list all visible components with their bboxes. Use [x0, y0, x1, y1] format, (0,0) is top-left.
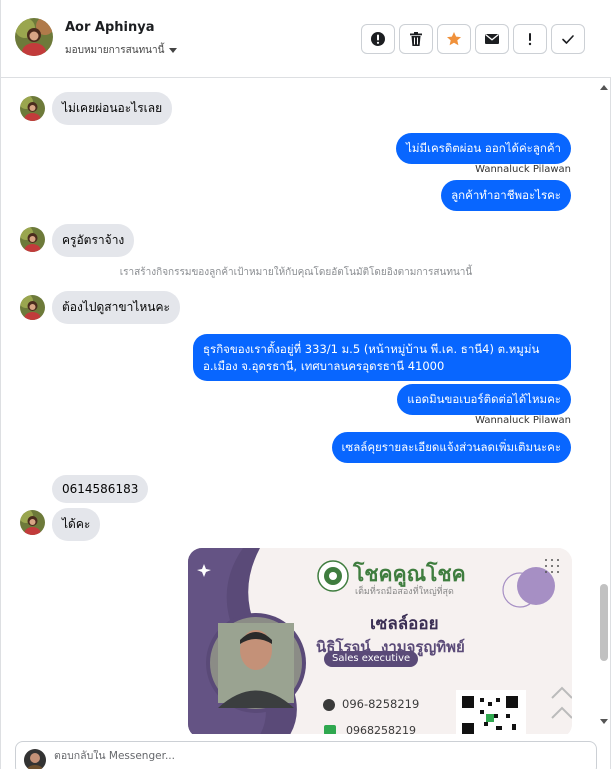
phone-icon — [323, 699, 335, 711]
follow-up-button[interactable] — [513, 24, 547, 54]
exclamation-icon — [528, 33, 532, 46]
trash-icon — [410, 32, 422, 46]
star-icon — [447, 32, 461, 46]
sender-name: Wannaluck Pilawan — [475, 415, 571, 426]
contact-avatar-small[interactable] — [20, 96, 45, 121]
mark-done-button[interactable] — [551, 24, 585, 54]
message-thread[interactable]: ไม่เคยผ่อนอะไรเลย ไม่มีเครดิตผ่อน ออกได้… — [1, 79, 599, 734]
checkmark-icon — [562, 35, 574, 44]
contact-avatar-small[interactable] — [20, 295, 45, 320]
incoming-message[interactable]: ต้องไปดูสาขาไหนคะ — [52, 291, 180, 324]
outgoing-message[interactable]: ไม่มีเครดิตผ่อน ออกได้ค่ะลูกค้า — [396, 133, 571, 164]
outgoing-message[interactable]: เซลล์คุยรายละเอียดแจ้งส่วนลดเพิ่มเติมนะค… — [331, 432, 571, 463]
outgoing-message[interactable]: ธุรกิจของเราตั้งอยู่ที่ 333/1 ม.5 (หน้าห… — [193, 334, 571, 382]
outgoing-message[interactable]: แอดมินขอเบอร์ติดต่อได้ไหมคะ — [397, 384, 571, 415]
card-tagline: เต็มที่รถมือสองที่ใหญ่ที่สุด — [355, 587, 454, 597]
envelope-icon — [485, 33, 499, 44]
page-avatar — [24, 749, 46, 769]
line-icon — [324, 725, 336, 734]
scroll-up-arrow-icon[interactable] — [599, 83, 609, 91]
contact-avatar-small[interactable] — [20, 510, 45, 535]
assign-conversation-dropdown[interactable]: มอบหมายการสนทนานี้ — [65, 43, 178, 58]
conversation-header: Aor Aphinya มอบหมายการสนทนานี้ — [1, 0, 611, 78]
card-role: เซลล์ออย — [370, 614, 439, 634]
contact-name[interactable]: Aor Aphinya — [65, 20, 155, 35]
incoming-message[interactable]: ครูอัตราจ้าง — [52, 224, 135, 257]
assign-label: มอบหมายการสนทนานี้ — [65, 45, 165, 56]
outgoing-message[interactable]: ลูกค้าทำอาชีพอะไรคะ — [441, 180, 571, 211]
card-phone: 096-8258219 — [342, 697, 420, 711]
system-note: เราสร้างกิจกรรมของลูกค้าเป้าหมายให้กับคุ… — [119, 267, 473, 278]
incoming-message[interactable]: ไม่เคยผ่อนอะไรเลย — [52, 92, 173, 125]
conversation-panel: Aor Aphinya มอบหมายการสนทนานี้ ไม่เคยผ่อ… — [0, 0, 611, 769]
contact-avatar[interactable] — [15, 18, 53, 56]
scrollbar-thumb[interactable] — [600, 584, 608, 661]
delete-button[interactable] — [399, 24, 433, 54]
contact-avatar-small[interactable] — [20, 227, 45, 252]
business-card-image[interactable]: โชคคูณโชค เต็มที่รถมือสองที่ใหญ่ที่สุด เ… — [188, 548, 572, 734]
conversation-actions — [361, 24, 585, 54]
sender-name: Wannaluck Pilawan — [475, 164, 571, 175]
card-position: Sales executive — [332, 653, 411, 664]
spam-report-button[interactable] — [361, 24, 395, 54]
star-button[interactable] — [437, 24, 471, 54]
reply-composer — [15, 741, 597, 769]
exclamation-circle-icon — [371, 32, 385, 46]
mark-unread-button[interactable] — [475, 24, 509, 54]
caret-down-icon — [169, 48, 178, 53]
incoming-message[interactable]: 0614586183 — [52, 475, 149, 503]
card-phone-2: 0968258219 — [346, 724, 416, 734]
incoming-message[interactable]: ได้คะ — [52, 508, 101, 541]
reply-input[interactable] — [54, 750, 574, 762]
scroll-down-arrow-icon[interactable] — [599, 718, 609, 726]
